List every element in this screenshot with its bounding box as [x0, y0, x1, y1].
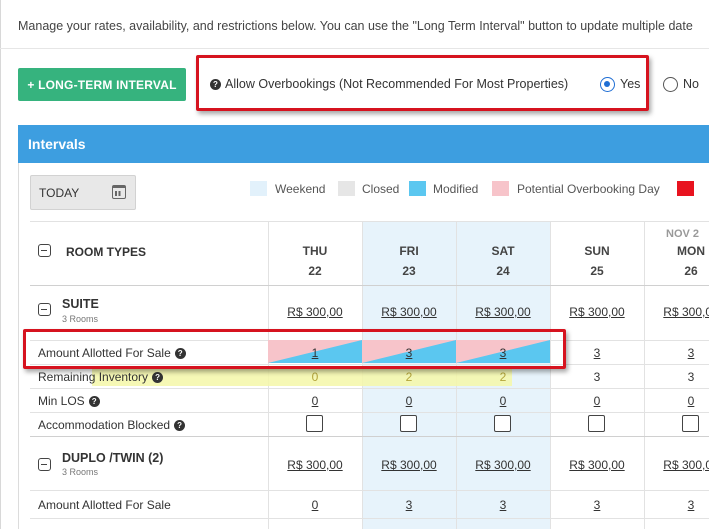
- collapse-room-icon[interactable]: [38, 303, 51, 316]
- blocked-checkbox[interactable]: [306, 415, 323, 432]
- min-los-cell[interactable]: 0: [582, 394, 612, 408]
- overbooking-yes-label[interactable]: Yes: [620, 77, 640, 91]
- panel-title: Intervals: [18, 125, 709, 163]
- day-num-sun: 25: [590, 264, 604, 278]
- remaining-label: Remaining Inventory: [38, 370, 149, 384]
- blocked-checkbox[interactable]: [682, 415, 699, 432]
- grid-line: [30, 490, 709, 491]
- row-label-blocked: Accommodation Blocked ?: [38, 418, 189, 432]
- month-label: NOV 2: [666, 228, 700, 240]
- allotted-highlight-box: [23, 329, 566, 369]
- blocked-checkbox[interactable]: [494, 415, 511, 432]
- legend-swatch-overbooking: [492, 181, 509, 196]
- grid-line: [644, 221, 645, 529]
- allotted-cell[interactable]: 3: [676, 498, 706, 512]
- overbooking-yes-radio[interactable]: [600, 77, 615, 92]
- grid-line: [30, 518, 709, 519]
- grid-line: [30, 221, 709, 222]
- min-los-cell[interactable]: 0: [676, 394, 706, 408]
- overbooking-label: Allow Overbookings (Not Recommended For …: [225, 77, 569, 91]
- legend-weekend: Weekend: [275, 182, 326, 196]
- help-icon[interactable]: ?: [88, 395, 100, 407]
- room-count: 3 Rooms: [62, 314, 99, 324]
- legend-swatch-extra: [677, 181, 694, 196]
- blocked-checkbox[interactable]: [588, 415, 605, 432]
- rate-cell[interactable]: R$ 300,00: [651, 305, 709, 319]
- allotted-cell[interactable]: 3: [582, 346, 612, 360]
- room-name: DUPLO /TWIN (2): [62, 451, 164, 465]
- overbooking-no-label[interactable]: No: [683, 77, 699, 91]
- day-name-mon: MON: [677, 244, 705, 258]
- row-label-min-los: Min LOS ?: [38, 394, 104, 408]
- day-num-thu: 22: [308, 264, 322, 278]
- room-name: SUITE: [62, 297, 99, 311]
- room-types-header: ROOM TYPES: [66, 245, 147, 259]
- day-name-sat: SAT: [491, 244, 515, 258]
- help-icon[interactable]: ?: [174, 419, 186, 431]
- min-los-label: Min LOS: [38, 394, 85, 408]
- rate-cell[interactable]: R$ 300,00: [463, 305, 543, 319]
- rate-cell[interactable]: R$ 300,00: [369, 458, 449, 472]
- legend-modified: Modified: [433, 182, 479, 196]
- allotted-cell[interactable]: 3: [488, 498, 518, 512]
- grid-line: [30, 388, 709, 389]
- rate-cell[interactable]: R$ 300,00: [557, 458, 637, 472]
- remaining-cell: 2: [499, 370, 507, 384]
- grid-line: [550, 221, 551, 529]
- rate-cell[interactable]: R$ 300,00: [463, 458, 543, 472]
- legend-swatch-weekend: [250, 181, 267, 196]
- day-num-sat: 24: [496, 264, 510, 278]
- allotted-cell[interactable]: 3: [394, 498, 424, 512]
- min-los-cell[interactable]: 0: [488, 394, 518, 408]
- row-label-remaining: Remaining Inventory ?: [38, 370, 167, 384]
- day-name-fri: FRI: [399, 244, 419, 258]
- room-count: 3 Rooms: [62, 467, 99, 477]
- help-icon[interactable]: ?: [152, 371, 164, 383]
- overbooking-setting: ? Allow Overbookings (Not Recommended Fo…: [210, 77, 568, 91]
- today-button-label: TODAY: [39, 186, 80, 200]
- day-num-mon: 26: [684, 264, 698, 278]
- calendar-icon[interactable]: [112, 185, 126, 199]
- grid-line: [30, 285, 709, 286]
- divider: [0, 48, 709, 49]
- rate-cell[interactable]: R$ 300,00: [275, 458, 355, 472]
- day-num-fri: 23: [402, 264, 416, 278]
- long-term-interval-button[interactable]: + LONG-TERM INTERVAL: [18, 68, 186, 101]
- remaining-cell: 0: [311, 370, 319, 384]
- allotted-label: Amount Allotted For Sale: [38, 498, 171, 512]
- collapse-all-icon[interactable]: [38, 244, 51, 257]
- overbooking-no-radio[interactable]: [663, 77, 678, 92]
- min-los-cell[interactable]: 0: [394, 394, 424, 408]
- allotted-cell[interactable]: 3: [582, 498, 612, 512]
- row-label-allotted: Amount Allotted For Sale: [38, 498, 171, 512]
- day-name-sun: SUN: [584, 244, 610, 258]
- remaining-cell: 3: [593, 370, 601, 384]
- remaining-cell: 3: [687, 370, 695, 384]
- rate-cell[interactable]: R$ 300,00: [651, 458, 709, 472]
- blocked-label: Accommodation Blocked: [38, 418, 171, 432]
- intro-text: Manage your rates, availability, and res…: [18, 19, 693, 33]
- allotted-cell[interactable]: 3: [676, 346, 706, 360]
- blocked-checkbox[interactable]: [400, 415, 417, 432]
- rate-cell[interactable]: R$ 300,00: [369, 305, 449, 319]
- day-name-thu: THU: [302, 244, 328, 258]
- grid-line: [30, 412, 709, 413]
- rate-cell[interactable]: R$ 300,00: [557, 305, 637, 319]
- help-icon[interactable]: ?: [210, 78, 221, 90]
- min-los-cell[interactable]: 0: [300, 394, 330, 408]
- legend-overbooking: Potential Overbooking Day: [517, 182, 660, 196]
- legend-swatch-closed: [338, 181, 355, 196]
- remaining-cell: 2: [405, 370, 413, 384]
- legend-swatch-modified: [409, 181, 426, 196]
- legend-closed: Closed: [362, 182, 400, 196]
- rate-cell[interactable]: R$ 300,00: [275, 305, 355, 319]
- grid-line: [30, 436, 709, 437]
- collapse-room-icon[interactable]: [38, 458, 51, 471]
- allotted-cell[interactable]: 0: [300, 498, 330, 512]
